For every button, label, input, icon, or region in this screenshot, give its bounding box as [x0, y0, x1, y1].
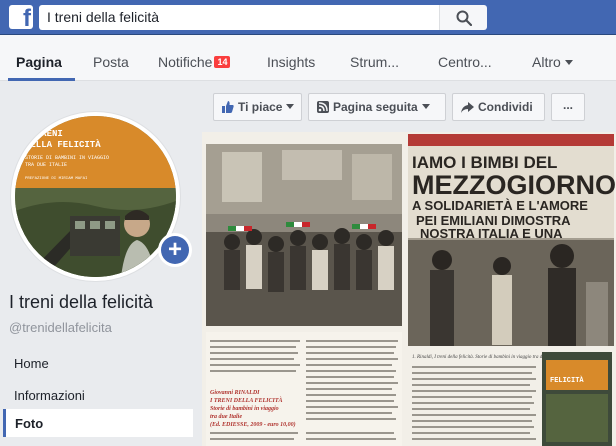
banner-line5: NOSTRA ITALIA E UNA [420, 226, 563, 241]
top-bar: f I treni della felicità [0, 0, 616, 35]
banner-line2: MEZZOGIORNO [412, 170, 616, 200]
profile-picture[interactable]: I TRENI DELLA FELICITÀ STORIE DI BAMBINI… [10, 111, 192, 282]
sidebar-item-informazioni[interactable]: Informazioni [14, 388, 85, 403]
profile-title-line1: I TRENI [25, 129, 63, 139]
share-button[interactable]: Condividi [452, 93, 545, 121]
tab-pagina[interactable]: Pagina [16, 54, 62, 70]
cover-photo[interactable]: Giovanni RINALDI I TRENI DELLA FELICITÀ … [202, 132, 616, 446]
profile-subtitle-line1: STORIE DI BAMBINI IN VIAGGIO [25, 155, 109, 161]
sidebar-item-foto[interactable]: Foto [3, 409, 193, 437]
share-icon [461, 102, 474, 113]
search-icon [456, 10, 472, 26]
profile-preface: PREFAZIONE DI MIRIAM MAFAI [25, 177, 87, 181]
rss-icon [317, 101, 329, 113]
facebook-logo-icon[interactable]: f [9, 5, 33, 29]
archive-photo-left [206, 144, 402, 326]
search-button[interactable] [439, 5, 487, 30]
profile-image: I TRENI DELLA FELICITÀ STORIE DI BAMBINI… [15, 116, 176, 277]
chevron-down-icon [286, 104, 295, 109]
more-options-icon: ... [562, 98, 573, 112]
notification-count-badge: 14 [214, 56, 231, 68]
tab-posta[interactable]: Posta [93, 54, 129, 70]
follow-button[interactable]: Pagina seguita [308, 93, 446, 121]
article-excerpt: Giovanni RINALDI I TRENI DELLA FELICITÀ … [206, 332, 402, 446]
tab-strumenti[interactable]: Strum... [350, 54, 399, 70]
plus-icon: + [161, 236, 189, 264]
tab-altro[interactable]: Altro [532, 54, 573, 70]
left-sidebar: I TRENI DELLA FELICITÀ STORIE DI BAMBINI… [0, 82, 202, 446]
profile-subtitle-line2: TRA DUE ITALIE [25, 162, 67, 168]
profile-title-line2: DELLA FELICITÀ [25, 139, 101, 150]
add-photo-button[interactable]: + [158, 233, 192, 267]
page-actions: Ti piace Pagina seguita Condividi ... [213, 93, 586, 121]
like-button-label: Ti piace [238, 100, 283, 114]
thumbs-up-icon [222, 101, 234, 113]
like-button[interactable]: Ti piace [213, 93, 302, 121]
search-input[interactable]: I treni della felicità [39, 5, 439, 30]
more-options-button[interactable]: ... [551, 93, 585, 121]
tab-notifiche-label: Notifiche [158, 54, 213, 70]
photo-caption: 1. Rinaldi, I treni della felicità. Stor… [412, 355, 560, 360]
share-button-label: Condividi [478, 100, 533, 114]
banner-line3: A SOLIDARIETÀ E L'AMORE [412, 198, 588, 213]
tab-altro-label: Altro [532, 54, 561, 70]
chevron-down-icon [421, 104, 430, 109]
inset-book-title: FELICITÀ [550, 376, 584, 385]
tab-centro[interactable]: Centro... [438, 54, 492, 70]
chevron-down-icon [564, 60, 573, 65]
tab-notifiche[interactable]: Notifiche 14 [158, 54, 231, 70]
follow-button-label: Pagina seguita [333, 100, 418, 114]
page-handle[interactable]: @trenidellafelicita [9, 320, 112, 335]
active-tab-indicator [8, 78, 75, 81]
archive-photo-right: IAMO I BIMBI DEL MEZZOGIORNO A SOLIDARIE… [408, 134, 616, 346]
page-nav-bar: Pagina Posta Notifiche 14 Insights Strum.… [0, 35, 616, 81]
tab-insights[interactable]: Insights [267, 54, 315, 70]
sidebar-item-home[interactable]: Home [14, 356, 49, 371]
page-title[interactable]: I treni della felicità [9, 292, 153, 313]
sidebar-item-foto-label: Foto [15, 416, 44, 431]
